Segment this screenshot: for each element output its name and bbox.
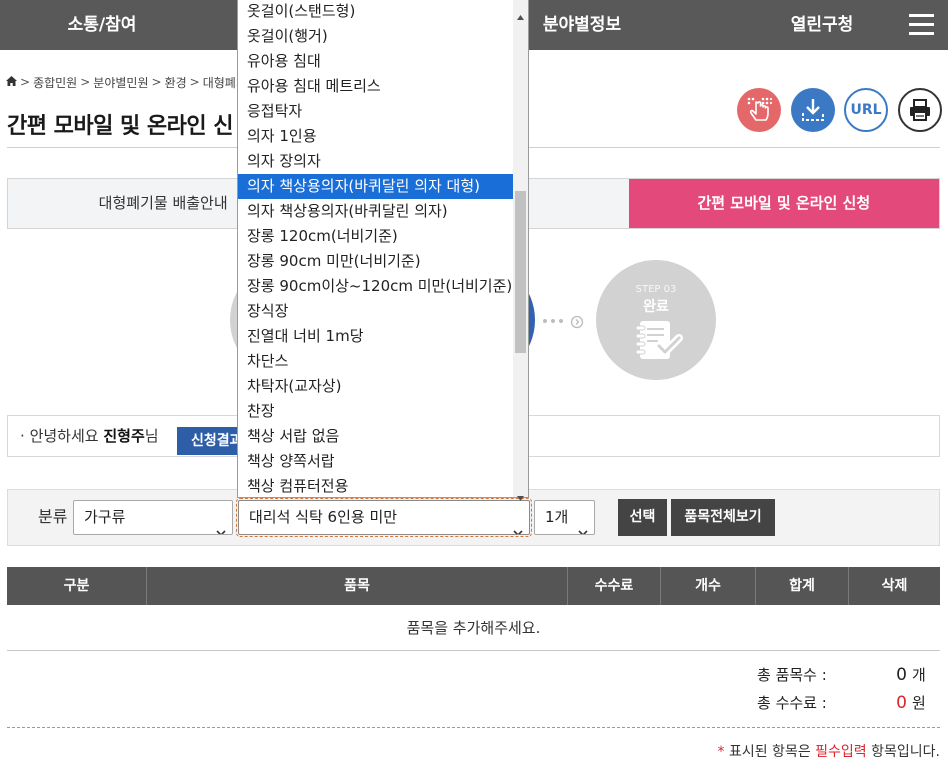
column-header: 개수 (660, 567, 755, 605)
dropdown-option[interactable]: 차탁자(교자상) (238, 374, 513, 399)
breadcrumb-separator: > (189, 75, 200, 89)
bullet: · (20, 427, 25, 445)
menu-line (909, 14, 934, 17)
scroll-up-arrow-icon[interactable] (517, 5, 524, 24)
dropdown-option[interactable]: 책상 컴퓨터전용 (238, 474, 513, 499)
column-header: 구분 (63, 578, 90, 594)
column-header: 합계 (755, 567, 848, 605)
dropdown-option[interactable]: 유아용 침대 메트리스 (238, 74, 513, 99)
note-text: 표시된 항목은 (728, 744, 811, 760)
total-count-label: 총 품목수 : (757, 666, 827, 684)
tab-online-application[interactable]: 간편 모바일 및 온라인 신청 (628, 179, 939, 228)
step-connector-dot (543, 319, 547, 323)
breadcrumb-item[interactable]: 환경 (165, 74, 187, 91)
breadcrumb-separator: > (20, 75, 31, 89)
greeting-text: · 안녕하세요 진형주님 (20, 426, 159, 446)
scroll-down-arrow-icon[interactable] (517, 486, 524, 505)
chevron-right-icon (570, 314, 584, 333)
note-text: 항목입니다. (871, 744, 940, 760)
dropdown-option[interactable]: 의자 책상용의자(바퀴달린 의자) (238, 199, 513, 224)
item-select-value: 대리석 식탁 6인용 미만 (249, 508, 398, 526)
category-label: 분류 (38, 507, 68, 526)
breadcrumb: > 종합민원 > 분야별민원 > 환경 > 대형폐기 (6, 74, 247, 90)
table-header: 구분 품목 수수료 개수 합계 삭제 (7, 567, 940, 605)
dropdown-scrollbar[interactable] (513, 0, 528, 501)
total-fee-value: 0 (896, 693, 907, 713)
dropdown-option[interactable]: 진열대 너비 1m당 (238, 324, 513, 349)
nav-item-communication[interactable]: 소통/참여 (37, 0, 167, 50)
dropdown-option[interactable]: 장식장 (238, 299, 513, 324)
items-table: 구분 품목 수수료 개수 합계 삭제 품목을 추가해주세요. (7, 567, 940, 651)
nav-item-open-office[interactable]: 열린구청 (757, 0, 887, 50)
item-select[interactable]: 대리석 식탁 6인용 미만 (236, 498, 532, 537)
empty-table-message: 품목을 추가해주세요. (7, 605, 940, 651)
touch-hand-icon[interactable] (737, 88, 781, 132)
dropdown-option[interactable]: 의자 장의자 (238, 149, 513, 174)
greeting-prefix: 안녕하세요 (29, 427, 99, 445)
total-count-unit: 개 (912, 666, 926, 684)
category-select[interactable]: 가구류 (73, 500, 233, 535)
menu-line (909, 32, 934, 35)
breadcrumb-item[interactable]: 분야별민원 (93, 74, 148, 91)
required-asterisk: * (717, 744, 725, 760)
dropdown-option[interactable]: 장롱 90cm이상~120cm 미만(너비기준) (238, 274, 513, 299)
column-header: 삭제 (848, 567, 940, 605)
dropdown-option[interactable]: 장롱 120cm(너비기준) (238, 224, 513, 249)
breadcrumb-item[interactable]: 종합민원 (33, 74, 77, 91)
step-number: STEP 03 (635, 284, 677, 295)
step-connector-dot (559, 319, 563, 323)
quantity-select-value: 1개 (545, 508, 569, 526)
hamburger-menu-icon[interactable] (907, 13, 935, 37)
print-icon[interactable] (898, 88, 942, 132)
dropdown-option[interactable]: 책상 서랍 없음 (238, 424, 513, 449)
dropdown-option[interactable]: 옷걸이(행거) (238, 24, 513, 49)
column-header: 품목 (146, 567, 567, 605)
dropdown-option[interactable]: 옷걸이(스탠드형) (238, 0, 513, 24)
required-fields-note: * 표시된 항목은 필수입력 항목입니다. (718, 742, 940, 762)
scrollbar-thumb[interactable] (515, 191, 526, 353)
dropdown-option[interactable]: 찬장 (238, 399, 513, 424)
category-select-value: 가구류 (84, 508, 126, 526)
breadcrumb-separator: > (151, 75, 162, 89)
dropdown-option[interactable]: 차단스 (238, 349, 513, 374)
step-label: 완료 (643, 299, 669, 315)
dropdown-option[interactable]: 의자 1인용 (238, 124, 513, 149)
user-name: 진형주 (103, 427, 145, 445)
step-connector-dot (551, 319, 555, 323)
total-count-value: 0 (896, 665, 907, 685)
quantity-select[interactable]: 1개 (534, 500, 595, 535)
select-button[interactable]: 선택 (618, 499, 667, 536)
required-text: 필수입력 (815, 744, 867, 760)
dropdown-option[interactable]: 유아용 침대 (238, 49, 513, 74)
dropdown-option[interactable]: 장롱 90cm 미만(너비기준) (238, 249, 513, 274)
menu-line (909, 23, 934, 26)
page-title: 간편 모바일 및 온라인 신 (7, 113, 234, 139)
column-header: 수수료 (567, 567, 660, 605)
nav-item-field-info[interactable]: 분야별정보 (517, 0, 647, 50)
total-fee-unit: 원 (912, 694, 926, 712)
dashed-divider (7, 727, 940, 728)
step-3-circle: STEP 03 완료 (596, 260, 716, 380)
home-icon[interactable] (6, 75, 17, 89)
download-icon[interactable] (791, 88, 835, 132)
chevron-down-icon (513, 515, 523, 534)
total-fee-label: 총 수수료 : (757, 694, 827, 712)
dropdown-option[interactable]: 응접탁자 (238, 99, 513, 124)
dropdown-option[interactable]: 책상 양쪽서랍 (238, 449, 513, 474)
breadcrumb-separator: > (80, 75, 91, 89)
chevron-down-icon (578, 515, 588, 534)
notebook-check-icon (634, 320, 686, 366)
greeting-suffix: 님 (144, 427, 159, 445)
dropdown-option-highlighted[interactable]: 의자 책상용의자(바퀴달린 의자 대형) (238, 174, 513, 199)
view-all-items-button[interactable]: 품목전체보기 (671, 499, 775, 536)
url-copy-button[interactable]: URL (844, 88, 888, 132)
item-dropdown-list: 옷걸이(스탠드형) 옷걸이(행거) 유아용 침대 유아용 침대 메트리스 응접탁… (237, 0, 529, 501)
chevron-down-icon (216, 515, 226, 534)
